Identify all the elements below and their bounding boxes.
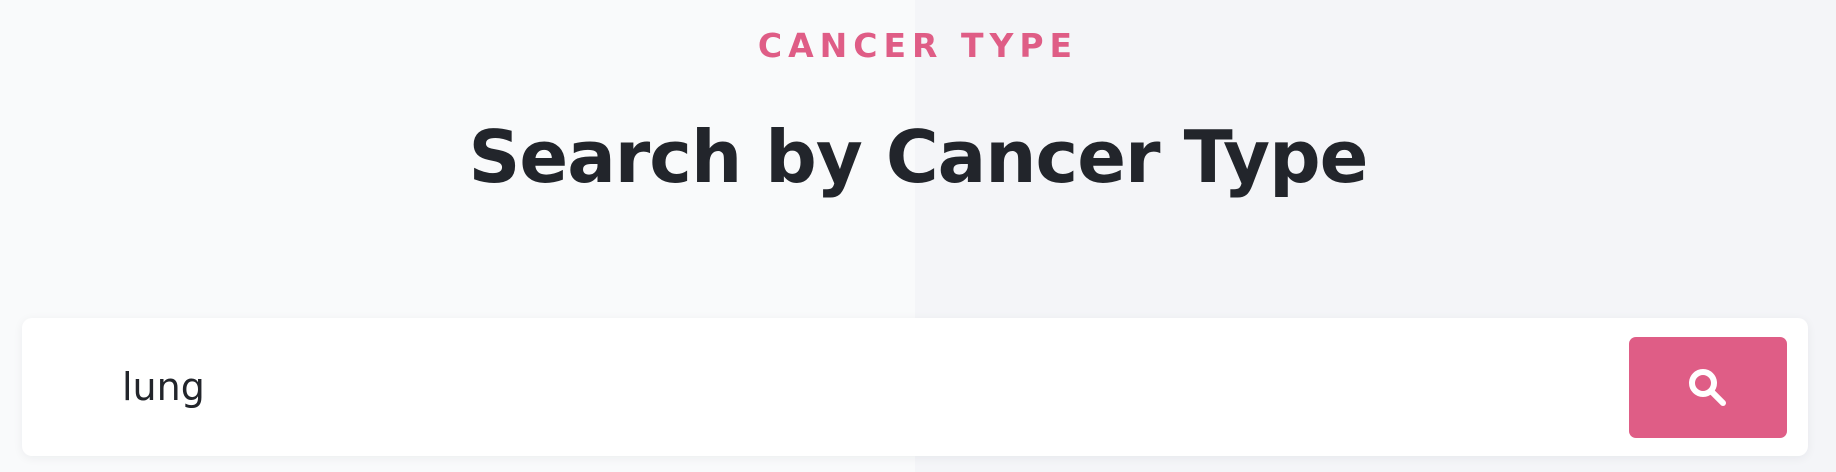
section-eyebrow: CANCER TYPE (757, 26, 1079, 65)
search-bar (22, 318, 1808, 456)
search-icon (1685, 365, 1731, 411)
search-input[interactable] (100, 348, 1500, 426)
search-button[interactable] (1629, 337, 1787, 438)
page-title: Search by Cancer Type (468, 115, 1369, 199)
